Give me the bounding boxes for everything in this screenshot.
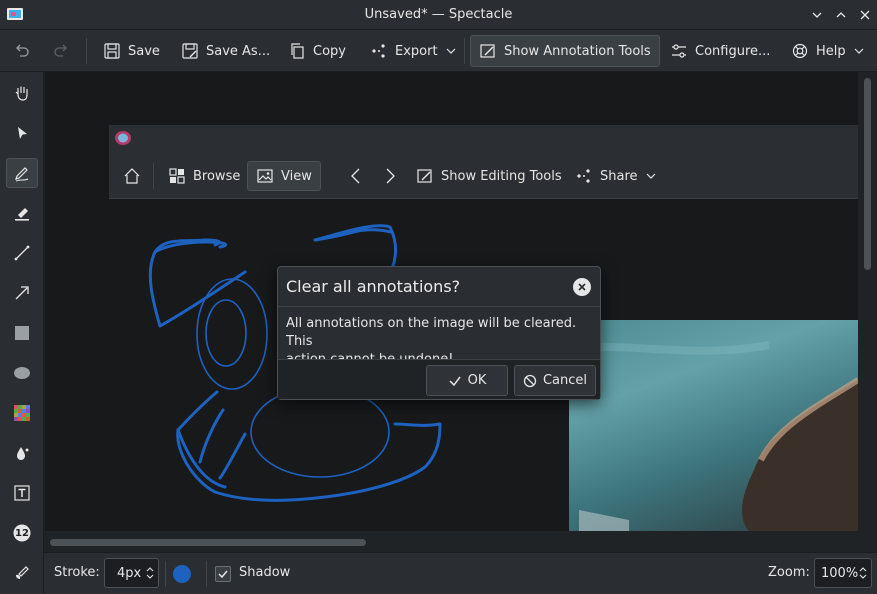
pan-tool-button[interactable] (6, 78, 38, 108)
cancel-button[interactable]: Cancel (514, 365, 596, 396)
text-tool-button[interactable] (6, 478, 38, 508)
title-bar: Unsaved* — Spectacle (0, 0, 877, 30)
arrow-tool-button[interactable] (6, 278, 38, 308)
line-tool-button[interactable] (6, 238, 38, 268)
chevron-down-icon (854, 48, 864, 54)
annotation-tools-sidebar: 12 (0, 72, 44, 594)
main-toolbar: Save Save As... Copy Export Show Annotat… (0, 30, 877, 72)
zoom-spinbox[interactable]: 100% (814, 558, 872, 588)
save-icon (104, 43, 120, 59)
chevron-up-icon (836, 12, 846, 18)
checkmark-icon (218, 570, 228, 579)
configure-button[interactable]: Configure... (662, 36, 778, 66)
blur-tool-button[interactable] (6, 438, 38, 468)
stroke-width-value: 4px (117, 565, 142, 581)
pointer-icon (18, 127, 27, 139)
share-icon (372, 44, 385, 58)
pen-icon (15, 167, 29, 182)
save-as-button[interactable]: Save As... (173, 36, 278, 66)
dialog-title: Clear all annotations? (286, 277, 461, 296)
show-annotation-tools-label: Show Annotation Tools (504, 43, 651, 59)
zoom-value: 100% (821, 565, 859, 581)
shadow-label: Shadow (239, 565, 291, 580)
spectacle-app-icon (7, 8, 23, 20)
zoom-label: Zoom: (768, 565, 810, 580)
cancel-icon (523, 374, 537, 387)
help-label: Help (816, 43, 846, 59)
text-icon (14, 485, 30, 501)
highlighter-icon (15, 208, 29, 221)
select-tool-button[interactable] (6, 118, 38, 148)
dialog-separator (278, 306, 600, 307)
copy-button[interactable]: Copy (280, 36, 354, 66)
tool-options-bar: Stroke: 4px Shadow Zoom: 100% (44, 552, 877, 594)
ok-label: OK (467, 373, 487, 388)
export-label: Export (395, 43, 438, 59)
window-title: Unsaved* — Spectacle (364, 7, 513, 22)
freehand-tool-button[interactable] (6, 158, 38, 188)
hand-icon (15, 86, 28, 101)
configure-label: Configure... (695, 43, 771, 59)
spin-arrows-icon (146, 567, 154, 579)
checkmark-icon (449, 376, 461, 386)
number-tool-value: 12 (15, 527, 29, 539)
maximize-button[interactable] (832, 6, 850, 24)
cancel-label: Cancel (542, 373, 588, 388)
ok-button[interactable]: OK (426, 365, 508, 396)
close-window-button[interactable] (856, 6, 874, 24)
annotation-canvas[interactable]: Browse View Show Editing Tools Share Cle… (45, 72, 858, 531)
stroke-color-button[interactable] (173, 565, 191, 583)
pixelate-icon (14, 405, 30, 421)
minimize-button[interactable] (808, 6, 826, 24)
rectangle-icon (15, 326, 29, 340)
save-label: Save (128, 43, 160, 59)
clear-brush-icon (16, 566, 29, 579)
help-icon (792, 43, 808, 59)
options-separator (165, 561, 166, 587)
redo-icon (54, 44, 67, 57)
arrow-icon (15, 286, 29, 300)
vertical-scrollbar-thumb[interactable] (864, 78, 871, 270)
number-tool-button[interactable]: 12 (6, 518, 38, 548)
horizontal-scrollbar-thumb[interactable] (50, 539, 366, 546)
help-button[interactable]: Help (783, 36, 873, 66)
annotate-icon (480, 44, 495, 58)
copy-icon (291, 43, 304, 59)
shadow-checkbox[interactable] (215, 566, 231, 582)
export-button[interactable]: Export (362, 36, 465, 66)
chevron-down-icon (446, 48, 455, 54)
ellipse-tool-button[interactable] (6, 358, 38, 388)
show-annotation-tools-button[interactable]: Show Annotation Tools (470, 35, 660, 67)
undo-icon (16, 44, 29, 57)
copy-label: Copy (313, 43, 346, 59)
toolbar-separator (464, 38, 465, 64)
save-as-label: Save As... (206, 43, 271, 59)
dialog-close-button[interactable] (573, 278, 591, 296)
pixelate-tool-button[interactable] (6, 398, 38, 428)
options-separator (206, 561, 207, 587)
stroke-width-spinbox[interactable]: 4px (104, 558, 159, 588)
dialog-button-box: OK Cancel (278, 359, 600, 399)
redo-button[interactable] (44, 36, 78, 66)
toolbar-separator (86, 38, 87, 64)
blur-drop-icon (17, 447, 29, 460)
save-button[interactable]: Save (95, 36, 168, 66)
undo-button[interactable] (5, 36, 39, 66)
save-as-icon (182, 43, 198, 59)
line-icon (14, 245, 30, 261)
highlighter-tool-button[interactable] (6, 198, 38, 228)
spin-arrows-icon (859, 567, 867, 579)
clear-annotations-dialog: Clear all annotations? All annotations o… (277, 266, 601, 400)
rectangle-tool-button[interactable] (6, 318, 38, 348)
ellipse-icon (14, 367, 30, 379)
stroke-label: Stroke: (54, 565, 100, 580)
close-icon (860, 10, 870, 20)
dialog-message-line-1: All annotations on the image will be cle… (286, 316, 577, 349)
configure-icon (672, 44, 686, 58)
clear-annotations-button[interactable] (6, 558, 38, 588)
chevron-down-icon (812, 12, 822, 18)
close-icon (578, 283, 586, 291)
